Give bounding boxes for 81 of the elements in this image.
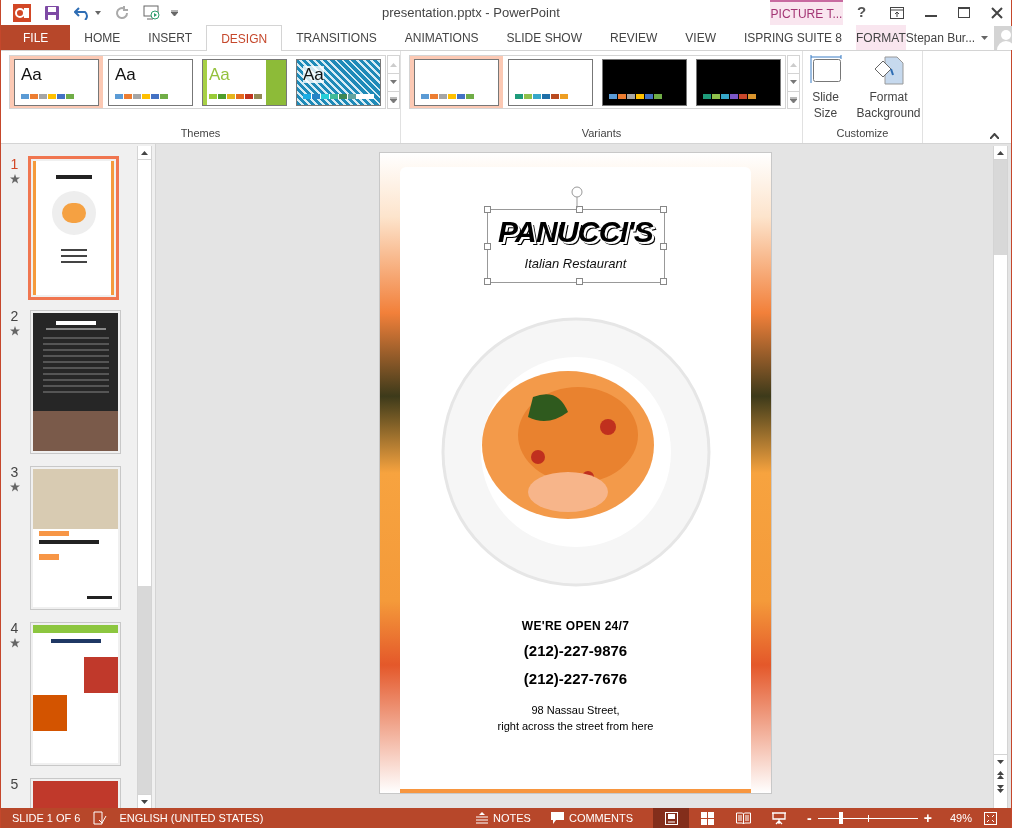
resize-handle[interactable]: [575, 206, 583, 213]
group-label: Customize: [836, 125, 889, 141]
zoom-level-button[interactable]: 49%: [949, 809, 972, 827]
resize-handle[interactable]: [483, 278, 491, 285]
theme-option[interactable]: Aa: [10, 56, 103, 108]
slide-counter: SLIDE 1 OF 6: [12, 810, 81, 826]
ribbon-tab[interactable]: FILE: [1, 25, 71, 50]
comments-button[interactable]: COMMENTS: [550, 809, 634, 827]
address-line: right across the street from here: [497, 719, 654, 734]
next-slide-icon[interactable]: [994, 782, 1007, 796]
slide-number: 5: [10, 776, 19, 792]
zoom-slider-thumb[interactable]: [838, 812, 843, 824]
group-label: Variants: [581, 125, 622, 141]
resize-handle[interactable]: [575, 278, 583, 285]
rotate-handle-icon[interactable]: [569, 186, 584, 208]
phone-number: (212)-227-7676: [523, 668, 628, 689]
normal-view-icon[interactable]: [653, 808, 690, 828]
resize-handle[interactable]: [659, 206, 667, 213]
ribbon-tab[interactable]: TRANSITIONS: [282, 25, 391, 50]
resize-handle[interactable]: [659, 278, 667, 285]
notes-button[interactable]: NOTES: [476, 809, 531, 827]
fit-to-window-icon[interactable]: [984, 811, 997, 825]
zoom-slider[interactable]: [817, 812, 918, 824]
restaurant-logo-text: PANUCCI'S: [498, 216, 653, 248]
caret-icon[interactable]: [95, 10, 101, 15]
paint-bucket-page-icon: [872, 55, 905, 85]
zoom-in-button[interactable]: +: [923, 811, 932, 825]
ribbon-tab[interactable]: DESIGN: [206, 25, 283, 51]
slide-number: 4: [10, 620, 19, 636]
ribbon-tab[interactable]: ANIMATIONS: [390, 25, 493, 50]
notes-icon: [476, 812, 489, 824]
ribbon-tab[interactable]: FORMAT: [856, 25, 906, 50]
minimize-icon[interactable]: [925, 14, 937, 17]
user-name[interactable]: Stepan Bur...: [905, 28, 976, 47]
ribbon-tab[interactable]: INSERT: [134, 25, 207, 50]
resize-handle[interactable]: [483, 206, 491, 213]
spelling-check-icon[interactable]: [93, 811, 108, 825]
format-background-button[interactable]: Format Background: [854, 55, 923, 121]
theme-sample-text: Aa: [21, 65, 42, 83]
previous-slide-icon[interactable]: [994, 768, 1007, 782]
opening-hours-text: WE'RE OPEN 24/7: [521, 618, 630, 635]
theme-sample-text: Aa: [209, 65, 230, 83]
slide-thumbnail[interactable]: [30, 622, 121, 766]
maximize-icon[interactable]: [958, 7, 970, 18]
save-icon[interactable]: [44, 4, 60, 21]
slide-number: 3: [10, 464, 19, 480]
customize-caret-icon[interactable]: [171, 9, 178, 16]
subtitle-text: Italian Restaurant: [524, 255, 627, 273]
group-label: Themes: [180, 125, 221, 141]
language-button[interactable]: ENGLISH (UNITED STATES): [119, 809, 264, 827]
slide-number: 1: [10, 156, 19, 172]
caret-icon[interactable]: [981, 35, 989, 40]
slide-number: 2: [10, 308, 19, 324]
ribbon-tab[interactable]: HOME: [70, 25, 135, 50]
slide-size-icon: [809, 55, 842, 83]
ribbon-tab[interactable]: ISPRING SUITE 8: [730, 25, 856, 50]
ribbon-tab[interactable]: SLIDE SHOW: [492, 25, 596, 50]
app-logo-icon[interactable]: [13, 3, 31, 22]
ribbon-tab[interactable]: VIEW: [671, 25, 730, 50]
presenter-icon[interactable]: [143, 4, 161, 21]
slide-thumbnail[interactable]: [30, 466, 121, 610]
zoom-out-button[interactable]: -: [807, 811, 812, 825]
scrollbar-thumb[interactable]: [994, 160, 1007, 255]
resize-handle[interactable]: [483, 243, 491, 250]
slide-thumbnail[interactable]: [30, 310, 121, 454]
collapse-ribbon-icon[interactable]: [990, 133, 999, 139]
theme-sample-text: Aa: [115, 65, 136, 83]
ribbon-display-options-icon[interactable]: [890, 6, 904, 19]
help-button[interactable]: ?: [857, 1, 869, 24]
resize-handle[interactable]: [659, 243, 667, 250]
contextual-tab-group-label: PICTURE T...: [770, 0, 843, 25]
ribbon-tab[interactable]: REVIEW: [595, 25, 672, 50]
phone-number: (212)-227-9876: [523, 641, 628, 661]
address-line: 98 Nassau Street,: [531, 703, 620, 718]
slide-thumbnail[interactable]: [28, 156, 119, 300]
close-icon[interactable]: [991, 6, 1003, 19]
window-title: presentation.pptx - PowerPoint: [382, 3, 560, 22]
scrollbar-thumb[interactable]: [138, 586, 151, 794]
comment-icon: [550, 812, 564, 824]
theme-sample-text: Aa: [303, 65, 324, 83]
slide-size-button[interactable]: Slide Size: [802, 55, 849, 121]
